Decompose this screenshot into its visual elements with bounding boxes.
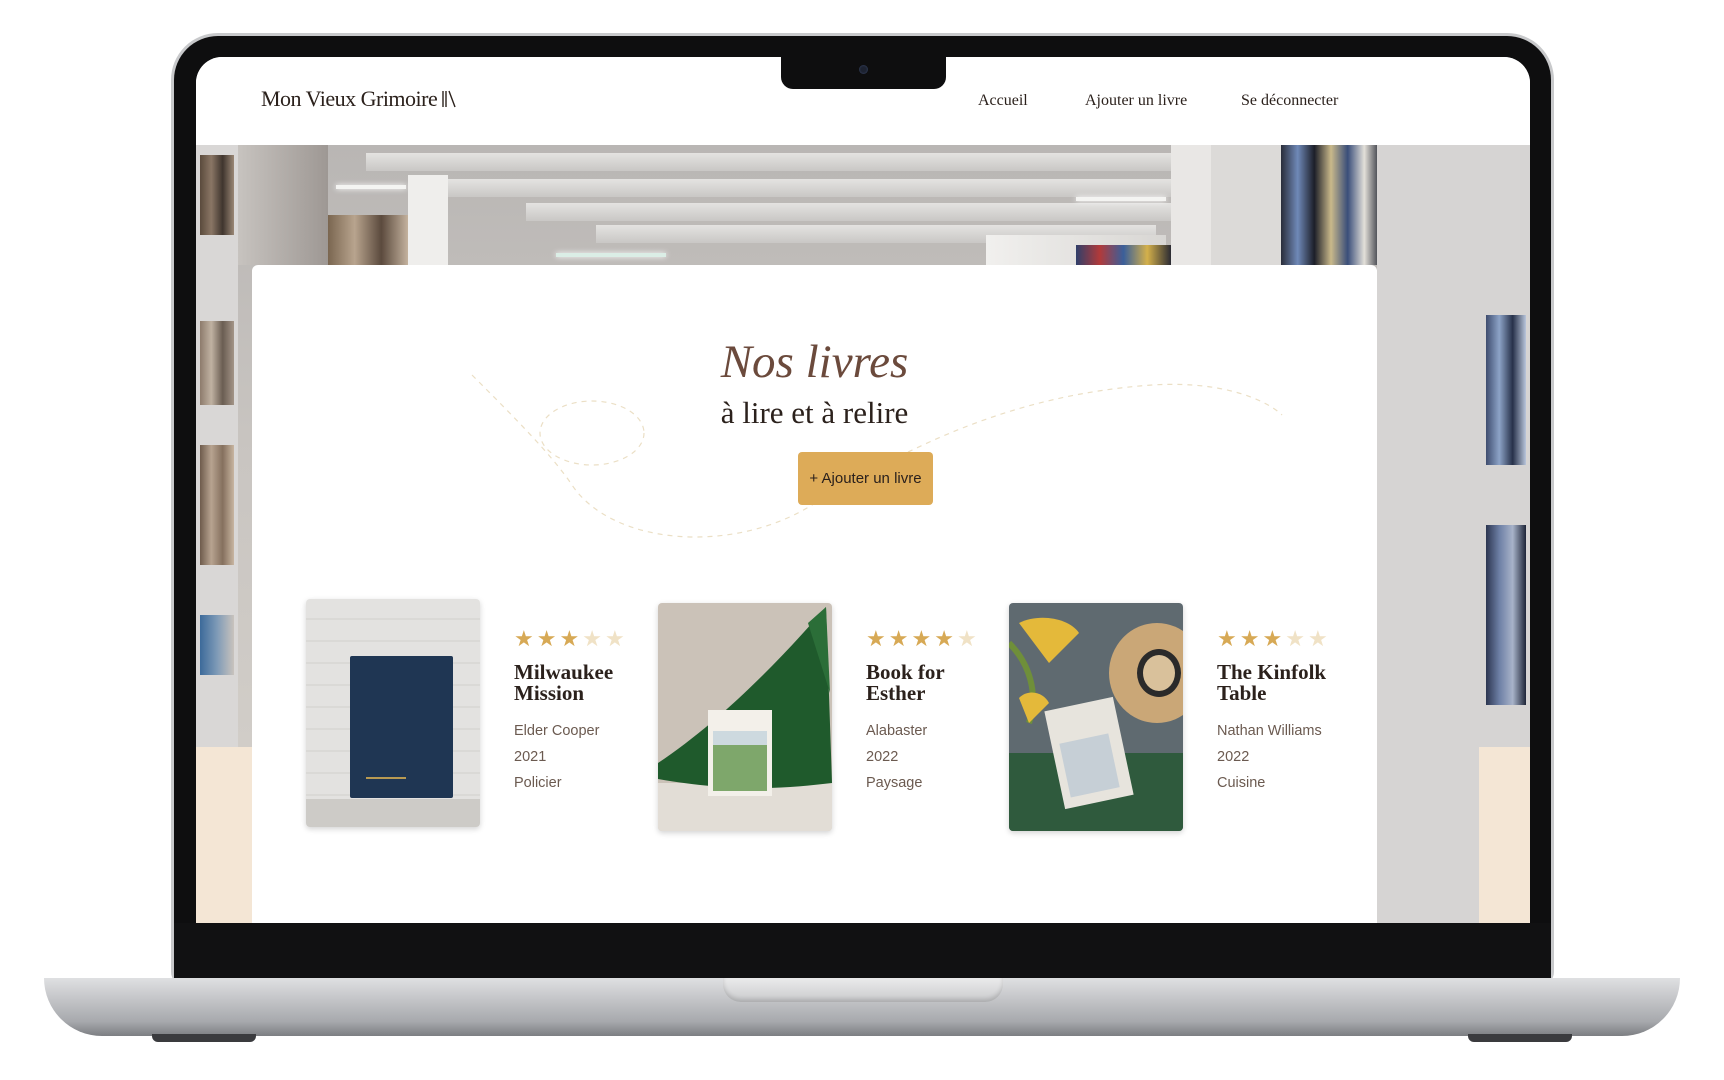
books-right: [1281, 145, 1381, 265]
book-author: Alabaster: [866, 723, 928, 739]
book-info: ★ ★ ★ ★ ★ Milwaukee Mission Elder Cooper…: [514, 628, 654, 796]
bookshelf-column: [1171, 145, 1211, 265]
star-empty-icon: ★: [956, 626, 977, 651]
rating-stars: ★ ★ ★ ★ ★: [514, 628, 654, 650]
book-card[interactable]: ★ ★ ★ ★ ★ The Kinfolk Table Nathan Willi…: [1009, 603, 1349, 843]
ceiling-light: [336, 185, 406, 189]
book-title[interactable]: The Kinfolk Table: [1217, 662, 1357, 704]
laptop-opening-notch: [723, 978, 1003, 1002]
camera-notch: [781, 55, 946, 89]
rating-stars: ★ ★ ★ ★ ★: [1217, 628, 1357, 650]
laptop-foot-right: [1468, 1034, 1572, 1042]
book-title-line: Milwaukee: [514, 660, 614, 684]
ceiling-light: [556, 253, 666, 257]
books-card: Nos livres à lire et à relire + Ajouter …: [252, 265, 1377, 923]
book-title-line: Esther: [866, 681, 926, 705]
star-filled-icon: ★: [536, 626, 557, 651]
books-middle-left: [328, 215, 408, 265]
rating-stars: ★ ★ ★ ★ ★: [866, 628, 1006, 650]
camera-icon: [859, 65, 868, 74]
page-subtitle: à lire et à relire: [720, 395, 909, 430]
book-cover-image: [306, 599, 480, 827]
laptop-screen: Mon Vieux Grimoire Accueil Ajouter un li…: [196, 57, 1530, 923]
bookshelf-column: [238, 145, 328, 265]
star-filled-icon: ★: [514, 626, 534, 651]
star-filled-icon: ★: [1239, 626, 1260, 651]
logo-text: Mon Vieux Grimoire: [261, 86, 438, 111]
book-card[interactable]: ★ ★ ★ ★ ★ Book for Esther Alabaster 2022…: [658, 603, 998, 843]
ceiling-beam: [446, 179, 1286, 197]
ceiling-beam: [526, 203, 1216, 221]
books-right: [1486, 315, 1526, 465]
books-left: [200, 615, 234, 675]
book-cover[interactable]: [658, 603, 832, 831]
book-title-line: Mission: [514, 681, 585, 705]
star-filled-icon: ★: [559, 626, 580, 651]
laptop-chin: [174, 923, 1551, 978]
book-logo-icon: [442, 90, 456, 108]
nav-link-ajouter-un-livre[interactable]: Ajouter un livre: [1085, 92, 1187, 110]
beige-band-left: [196, 747, 254, 923]
books-right: [1486, 525, 1526, 705]
hero-section: Nos livres à lire et à relire + Ajouter …: [196, 145, 1530, 923]
books-left: [200, 445, 234, 565]
ceiling-light: [1076, 197, 1166, 201]
star-empty-icon: ★: [1307, 626, 1328, 651]
book-title-line: Table: [1217, 681, 1267, 705]
book-genre: Paysage: [866, 775, 923, 791]
book-info: ★ ★ ★ ★ ★ The Kinfolk Table Nathan Willi…: [1217, 628, 1357, 796]
book-cover-image: [1009, 603, 1183, 831]
bookshelf-column: [408, 175, 448, 265]
book-title[interactable]: Milwaukee Mission: [514, 662, 654, 704]
star-empty-icon: ★: [604, 626, 625, 651]
star-empty-icon: ★: [1285, 626, 1305, 651]
page-title: Nos livres: [720, 336, 909, 388]
book-title-line: Book for: [866, 660, 945, 684]
book-title-line: The Kinfolk: [1217, 660, 1327, 684]
book-meta: Alabaster 2022 Paysage: [866, 718, 1006, 796]
star-filled-icon: ★: [1262, 626, 1283, 651]
book-meta: Nathan Williams 2022 Cuisine: [1217, 718, 1357, 796]
beige-band-right: [1479, 747, 1530, 923]
nav-link-se-deconnecter[interactable]: Se déconnecter: [1241, 92, 1338, 110]
book-author: Nathan Williams: [1217, 723, 1322, 739]
site-logo[interactable]: Mon Vieux Grimoire: [261, 86, 457, 112]
star-filled-icon: ★: [934, 626, 954, 651]
book-card[interactable]: ★ ★ ★ ★ ★ Milwaukee Mission Elder Cooper…: [306, 599, 646, 843]
laptop-foot-left: [152, 1034, 256, 1042]
star-empty-icon: ★: [582, 626, 602, 651]
star-filled-icon: ★: [888, 626, 909, 651]
add-book-button[interactable]: + Ajouter un livre: [798, 452, 933, 505]
books-left: [200, 321, 234, 405]
book-genre: Cuisine: [1217, 775, 1266, 791]
star-filled-icon: ★: [866, 626, 886, 651]
book-genre: Policier: [514, 775, 562, 791]
star-filled-icon: ★: [1217, 626, 1237, 651]
book-cover-image: [658, 603, 832, 831]
bookshelf-column: [1211, 145, 1281, 265]
book-title[interactable]: Book for Esther: [866, 662, 1006, 704]
books-left: [200, 155, 234, 235]
book-info: ★ ★ ★ ★ ★ Book for Esther Alabaster 2022…: [866, 628, 1006, 796]
book-cover[interactable]: [306, 599, 480, 827]
books-right-middle: [1076, 245, 1171, 265]
book-author: Elder Cooper: [514, 723, 600, 739]
book-meta: Elder Cooper 2021 Policier: [514, 718, 654, 796]
book-cover[interactable]: [1009, 603, 1183, 831]
book-year: 2021: [514, 749, 547, 765]
book-year: 2022: [1217, 749, 1250, 765]
nav-link-accueil[interactable]: Accueil: [978, 92, 1028, 110]
book-year: 2022: [866, 749, 899, 765]
star-filled-icon: ★: [911, 626, 932, 651]
